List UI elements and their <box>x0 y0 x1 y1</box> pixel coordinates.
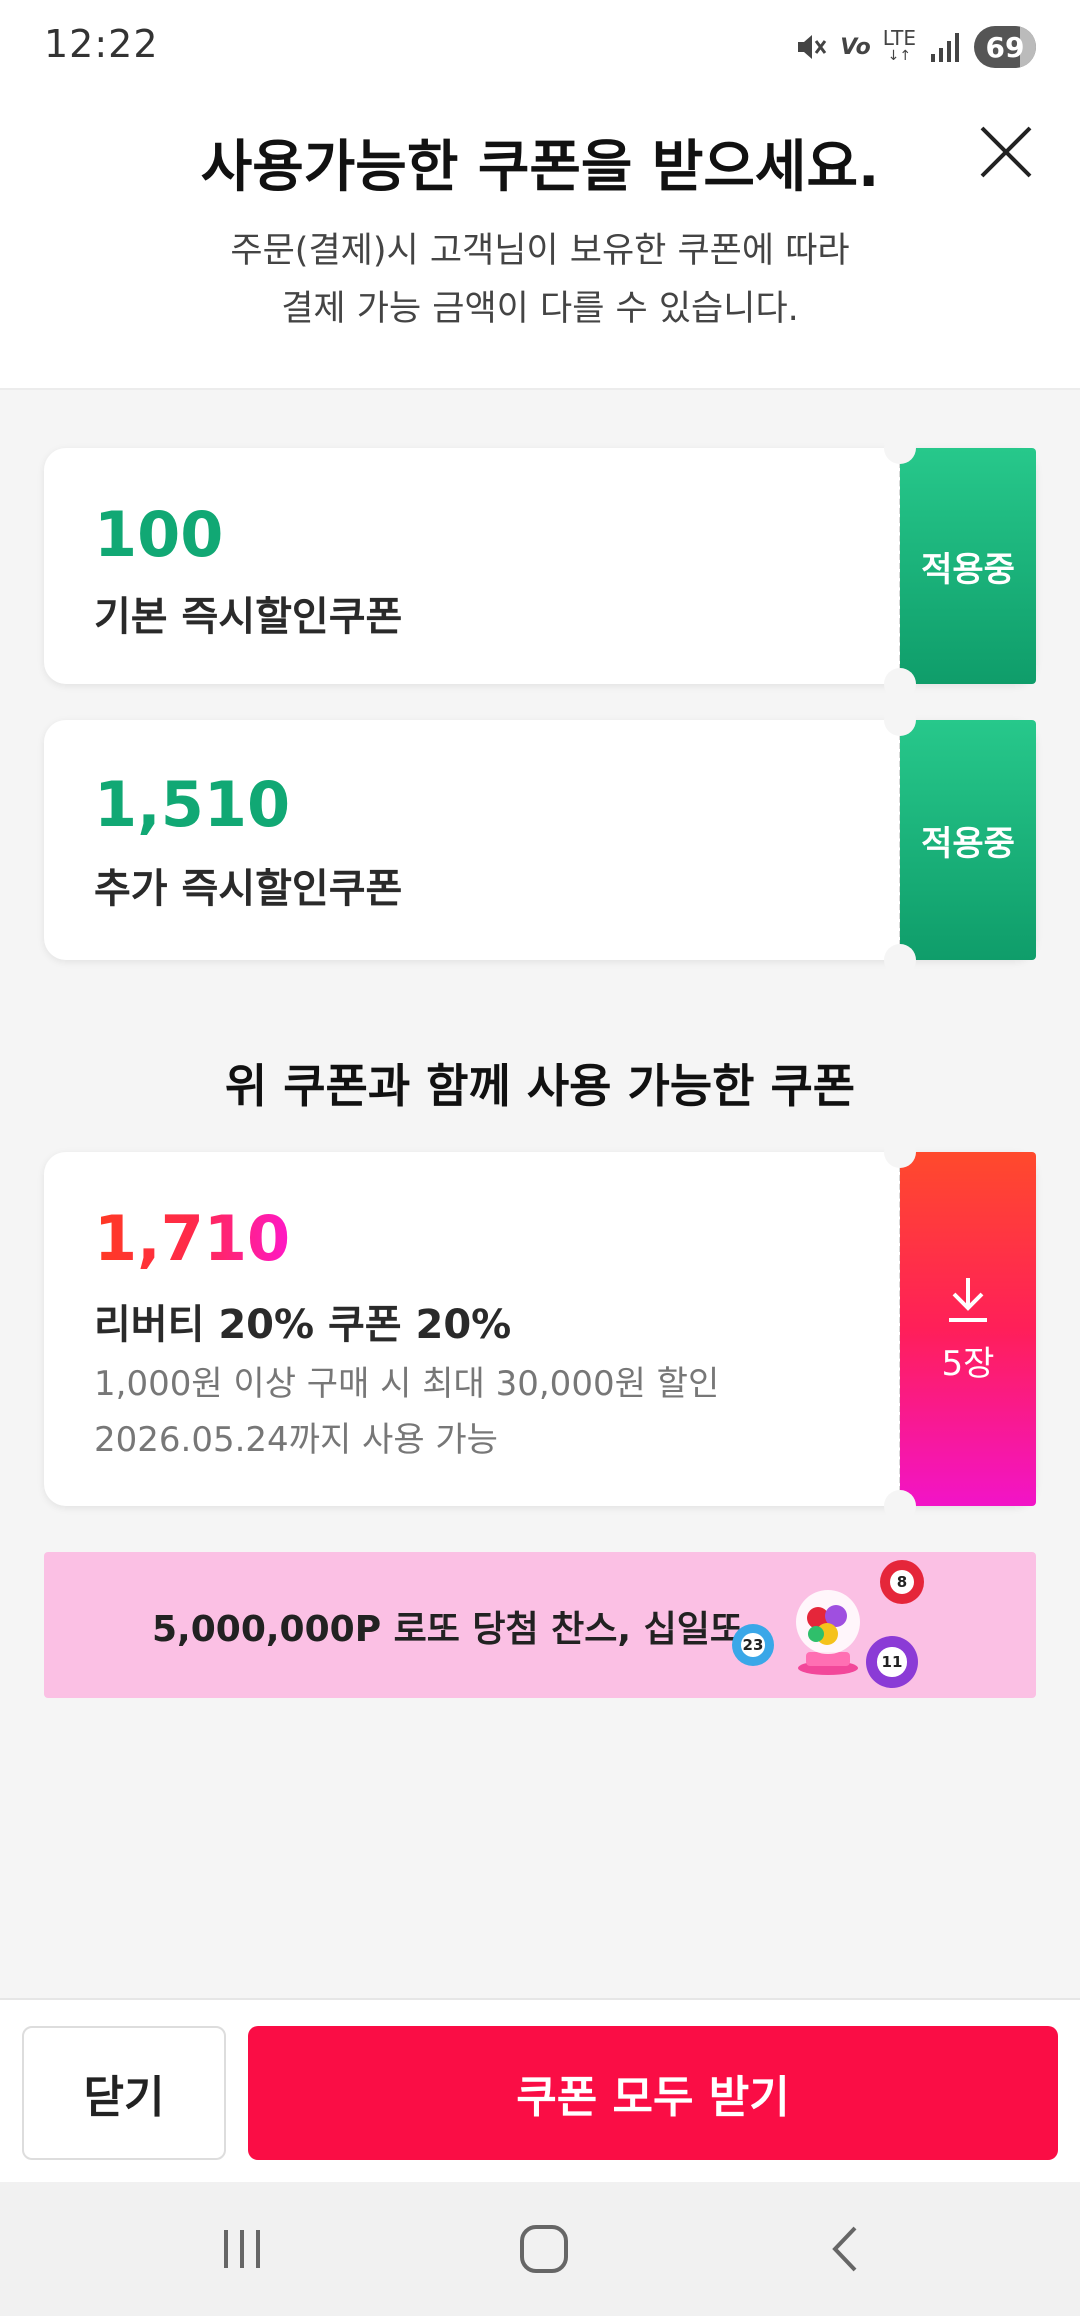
banner-text: 5,000,000P 로또 당첨 찬스, 십일또 <box>152 1609 743 1650</box>
download-icon <box>949 1277 987 1322</box>
status-icons: Vo LTE ↓↑ 69 <box>794 24 1036 70</box>
volte-label: Vo <box>840 34 871 60</box>
sheet-title: 사용가능한 쿠폰을 받으세요. <box>200 135 880 200</box>
coupon-notch <box>884 1490 916 1522</box>
coupon-notch <box>884 668 916 700</box>
battery-indicator: 69 <box>974 26 1036 68</box>
coupon-name: 리버티 20% 쿠폰 20% <box>94 1302 512 1348</box>
coupon-amount: 1,510 <box>94 768 291 841</box>
lotto-promo-banner[interactable]: 5,000,000P 로또 당첨 찬스, 십일또 23 8 11 <box>44 1552 1036 1698</box>
mute-icon <box>794 30 828 64</box>
home-button[interactable] <box>504 2212 584 2286</box>
recent-apps-button[interactable] <box>202 2212 282 2286</box>
volte-icon: Vo <box>840 35 871 60</box>
subtitle-line-2: 결제 가능 금액이 다를 수 있습니다. <box>281 289 799 329</box>
coupon-count: 5장 <box>941 1343 995 1384</box>
battery-level: 69 <box>985 30 1025 64</box>
footer-actions: 닫기 쿠폰 모두 받기 <box>0 1998 1080 2182</box>
home-icon <box>520 2225 568 2273</box>
applied-status-label: 적용중 <box>921 549 1015 590</box>
recent-apps-icon <box>224 2230 260 2268</box>
section-title: 위 쿠폰과 함께 사용 가능한 쿠폰 <box>224 1059 856 1113</box>
available-coupon-card: 1,710 리버티 20% 쿠폰 20% 1,000원 이상 구매 시 최대 3… <box>44 1136 1036 1522</box>
close-text-button[interactable]: 닫기 <box>22 2026 226 2160</box>
coupon-name: 기본 즉시할인쿠폰 <box>94 594 403 640</box>
lotto-ball-icon: 23 <box>732 1624 774 1666</box>
lte-icon: LTE ↓↑ <box>882 26 916 64</box>
coupon-condition: 1,000원 이상 구매 시 최대 30,000원 할인 <box>94 1364 720 1404</box>
subtitle-line-1: 주문(결제)시 고객님이 보유한 쿠폰에 따라 <box>230 231 850 271</box>
applied-status-tab[interactable]: 적용중 <box>900 448 1036 684</box>
coupon-amount: 100 <box>94 498 224 571</box>
back-icon <box>832 2226 857 2272</box>
status-time: 12:22 <box>44 22 159 66</box>
coupon-sheet-header: 사용가능한 쿠폰을 받으세요. 주문(결제)시 고객님이 보유한 쿠폰에 따라 … <box>0 92 1080 390</box>
lte-label: LTE <box>882 26 916 50</box>
signal-icon <box>928 30 962 64</box>
applied-coupon-card: 100 기본 즉시할인쿠폰 적용중 <box>44 432 1036 700</box>
system-nav-bar <box>0 2182 1080 2316</box>
back-button[interactable] <box>806 2212 886 2286</box>
coupon-notch <box>884 704 916 736</box>
close-button[interactable] <box>972 118 1040 186</box>
sheet-subtitle: 주문(결제)시 고객님이 보유한 쿠폰에 따라 결제 가능 금액이 다를 수 있… <box>0 222 1080 338</box>
lotto-machine-icon <box>792 1586 864 1678</box>
applied-coupon-card: 1,510 추가 즉시할인쿠폰 적용중 <box>44 704 1036 976</box>
applied-status-label: 적용중 <box>921 823 1015 864</box>
lotto-ball-icon: 8 <box>880 1560 924 1604</box>
coupon-amount: 1,710 <box>94 1202 291 1275</box>
download-coupon-button[interactable]: 5장 <box>900 1152 1036 1506</box>
close-icon <box>980 126 1032 178</box>
applied-status-tab[interactable]: 적용중 <box>900 720 1036 960</box>
ball-number: 23 <box>741 1633 765 1657</box>
ball-number: 8 <box>889 1569 915 1595</box>
coupon-notch <box>884 944 916 976</box>
download-all-coupons-button[interactable]: 쿠폰 모두 받기 <box>248 2026 1058 2160</box>
coupon-validity: 2026.05.24까지 사용 가능 <box>94 1420 498 1460</box>
ball-number: 11 <box>877 1647 907 1677</box>
coupon-notch <box>884 1136 916 1168</box>
coupon-notch <box>884 432 916 464</box>
coupon-name: 추가 즉시할인쿠폰 <box>94 866 403 912</box>
lotto-ball-icon: 11 <box>866 1636 918 1688</box>
status-bar: 12:22 Vo LTE ↓↑ 69 <box>0 0 1080 92</box>
